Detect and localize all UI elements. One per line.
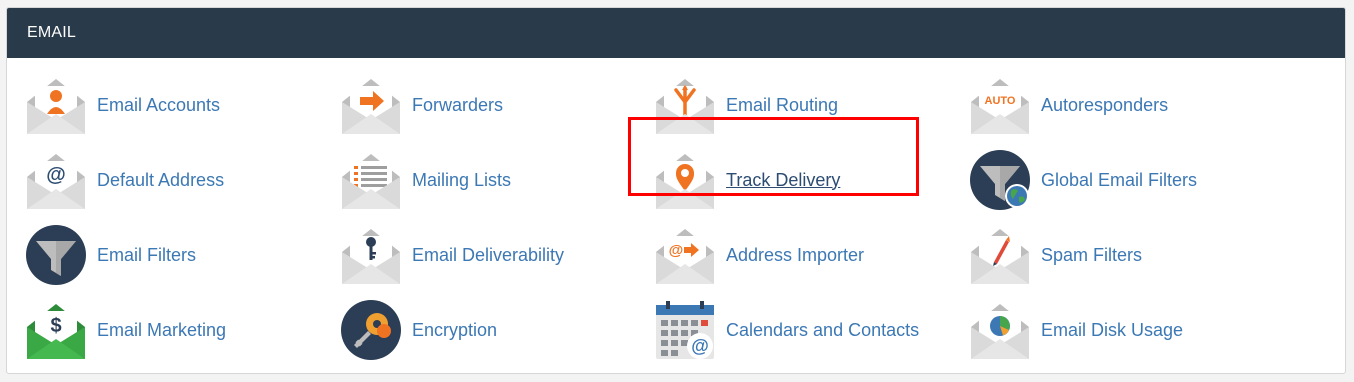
item-label: Address Importer [726,244,865,265]
email-deliverability-link[interactable]: Email Deliverability [340,224,564,286]
item-label: Email Disk Usage [1041,319,1184,340]
email-routing-link[interactable]: Email Routing [654,74,838,136]
encryption-link[interactable]: Encryption [340,299,497,361]
track-delivery-link[interactable]: Track Delivery [654,149,840,211]
global-email-filters-link[interactable]: Global Email Filters [969,149,1197,211]
email-panel: EMAIL Email Accounts Forwarders Email Ro… [6,7,1346,374]
email-disk-usage-icon [971,304,1029,359]
svg-text:AUTO: AUTO [985,95,1016,107]
item-label: Track Delivery [726,169,841,190]
calendars-and-contacts-icon: @ [656,301,714,359]
svg-text:@: @ [46,164,66,186]
item-label: Forwarders [412,94,504,115]
address-importer-link[interactable]: @ Address Importer [654,224,864,286]
encryption-icon [341,300,401,360]
forwarders-icon [342,79,400,134]
email-accounts-link[interactable]: Email Accounts [25,74,220,136]
item-label: Email Marketing [97,319,227,340]
item-label: Global Email Filters [1041,169,1198,190]
forwarders-link[interactable]: Forwarders [340,74,503,136]
panel-header: EMAIL [7,8,1345,58]
calendars-and-contacts-link[interactable]: @ Calendars and Contacts [654,299,919,361]
mailing-lists-icon [342,154,400,209]
svg-text:@: @ [669,242,684,259]
spam-filters-icon [971,229,1029,284]
spam-filters-link[interactable]: Spam Filters [969,224,1142,286]
item-label: Mailing Lists [412,169,512,190]
default-address-link[interactable]: @ Default Address [25,149,224,211]
panel-title: EMAIL [27,24,77,41]
email-disk-usage-link[interactable]: Email Disk Usage [969,299,1183,361]
item-label: Encryption [412,319,498,340]
item-label: Email Deliverability [412,244,565,265]
email-marketing-icon: $ [27,304,85,359]
item-label: Email Filters [97,244,197,265]
email-routing-icon [656,79,714,134]
autoresponders-link[interactable]: AUTO Autoresponders [969,74,1168,136]
email-marketing-link[interactable]: $ Email Marketing [25,299,226,361]
autoresponders-icon: AUTO [971,79,1029,134]
item-label: Default Address [97,169,225,190]
item-label: Spam Filters [1041,244,1143,265]
global-email-filters-icon [970,150,1030,210]
email-deliverability-icon [342,229,400,284]
email-filters-link[interactable]: Email Filters [25,224,196,286]
item-label: Calendars and Contacts [726,319,920,340]
email-accounts-icon [27,79,85,134]
svg-text:@: @ [691,336,709,356]
item-label: Autoresponders [1041,94,1169,115]
track-delivery-icon [656,154,714,209]
default-address-icon: @ [27,154,85,209]
address-importer-icon: @ [656,229,714,284]
mailing-lists-link[interactable]: Mailing Lists [340,149,511,211]
svg-text:$: $ [50,315,61,337]
item-label: Email Routing [726,94,839,115]
item-label: Email Accounts [97,94,221,115]
email-filters-icon [26,225,86,285]
